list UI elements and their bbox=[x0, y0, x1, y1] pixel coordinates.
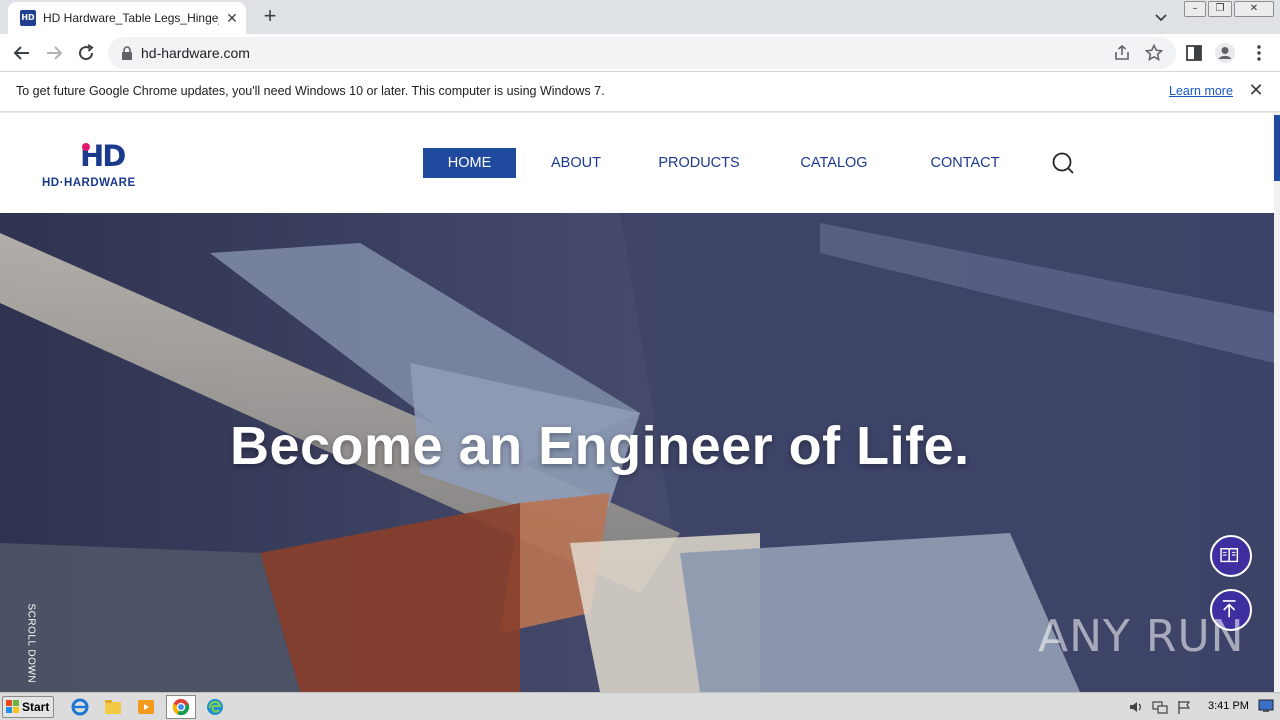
profile-avatar-icon[interactable] bbox=[1214, 42, 1236, 64]
internet-explorer-icon[interactable] bbox=[70, 697, 90, 717]
side-panel-icon[interactable] bbox=[1183, 42, 1205, 64]
browser-toolbar: hd-hardware.com bbox=[0, 34, 1280, 72]
minimize-button[interactable]: – bbox=[1184, 1, 1206, 17]
file-explorer-icon[interactable] bbox=[103, 697, 123, 717]
logo-text: HD·HARDWARE bbox=[42, 177, 136, 189]
catalog-book-button[interactable] bbox=[1210, 535, 1252, 577]
taskbar-clock[interactable]: 3:41 PM bbox=[1208, 700, 1249, 712]
tab-strip: HD HD Hardware_Table Legs_Hinge_Metal ✕ … bbox=[0, 0, 1280, 34]
scroll-down-indicator[interactable]: SCROLL DOWN bbox=[24, 603, 38, 691]
new-tab-button[interactable]: + bbox=[258, 5, 282, 29]
windows-logo-icon bbox=[6, 700, 19, 713]
infobar-message: To get future Google Chrome updates, you… bbox=[16, 84, 605, 98]
scroll-down-label: SCROLL DOWN bbox=[25, 603, 37, 684]
reload-icon[interactable] bbox=[74, 41, 98, 65]
nav-contact[interactable]: CONTACT bbox=[919, 148, 1011, 178]
nav-catalog[interactable]: CATALOG bbox=[789, 148, 879, 178]
start-label: Start bbox=[22, 700, 50, 714]
network-icon[interactable] bbox=[1152, 699, 1168, 715]
start-button[interactable]: Start bbox=[2, 696, 54, 718]
close-window-button[interactable]: ✕ bbox=[1234, 1, 1274, 17]
site-logo[interactable]: HD HD·HARDWARE bbox=[42, 139, 166, 189]
learn-more-link[interactable]: Learn more bbox=[1169, 84, 1233, 98]
chrome-icon bbox=[172, 698, 190, 716]
logo-dot bbox=[82, 143, 90, 151]
address-bar[interactable]: hd-hardware.com bbox=[108, 37, 1176, 69]
anyrun-watermark: ANY RUN bbox=[1038, 611, 1245, 662]
nav-products[interactable]: PRODUCTS bbox=[649, 148, 749, 178]
hero-banner: Become an Engineer of Life. SCROLL DOWN … bbox=[0, 213, 1274, 692]
chrome-taskbar-button[interactable] bbox=[166, 695, 196, 719]
search-icon[interactable] bbox=[1051, 151, 1075, 175]
update-infobar: To get future Google Chrome updates, you… bbox=[0, 72, 1280, 112]
menu-kebab-icon[interactable] bbox=[1248, 42, 1270, 64]
windows-taskbar: Start 3:41 PM bbox=[0, 692, 1280, 720]
nav-about[interactable]: ABOUT bbox=[538, 148, 614, 178]
browser-tab[interactable]: HD HD Hardware_Table Legs_Hinge_Metal ✕ bbox=[8, 2, 246, 34]
back-arrow-icon[interactable] bbox=[10, 41, 34, 65]
page-scrollbar[interactable] bbox=[1274, 113, 1280, 692]
show-desktop-icon[interactable] bbox=[1258, 699, 1274, 713]
book-icon bbox=[1220, 548, 1239, 563]
restore-button[interactable]: ❐ bbox=[1208, 1, 1232, 17]
site-header: HD HD·HARDWARE HOME ABOUT PRODUCTS CATAL… bbox=[0, 113, 1274, 213]
tab-title: HD Hardware_Table Legs_Hinge_Metal bbox=[43, 11, 219, 25]
hero-title: Become an Engineer of Life. bbox=[230, 416, 970, 476]
site-favicon-icon: HD bbox=[20, 10, 36, 26]
action-center-flag-icon[interactable] bbox=[1176, 699, 1192, 715]
bookmark-star-icon[interactable] bbox=[1144, 43, 1164, 63]
url-text[interactable]: hd-hardware.com bbox=[141, 45, 250, 61]
volume-icon[interactable] bbox=[1128, 699, 1144, 715]
nav-home[interactable]: HOME bbox=[423, 148, 516, 178]
scrollbar-thumb[interactable] bbox=[1274, 115, 1280, 181]
tab-search-chevron-icon[interactable] bbox=[1150, 6, 1172, 28]
lock-icon[interactable] bbox=[120, 45, 134, 61]
share-icon[interactable] bbox=[1112, 43, 1132, 63]
edge-icon[interactable] bbox=[205, 697, 225, 717]
infobar-close-icon[interactable]: ✕ bbox=[1247, 81, 1265, 99]
media-player-icon[interactable] bbox=[136, 697, 156, 717]
forward-arrow-icon[interactable] bbox=[42, 41, 66, 65]
tab-close-icon[interactable]: ✕ bbox=[224, 10, 240, 26]
